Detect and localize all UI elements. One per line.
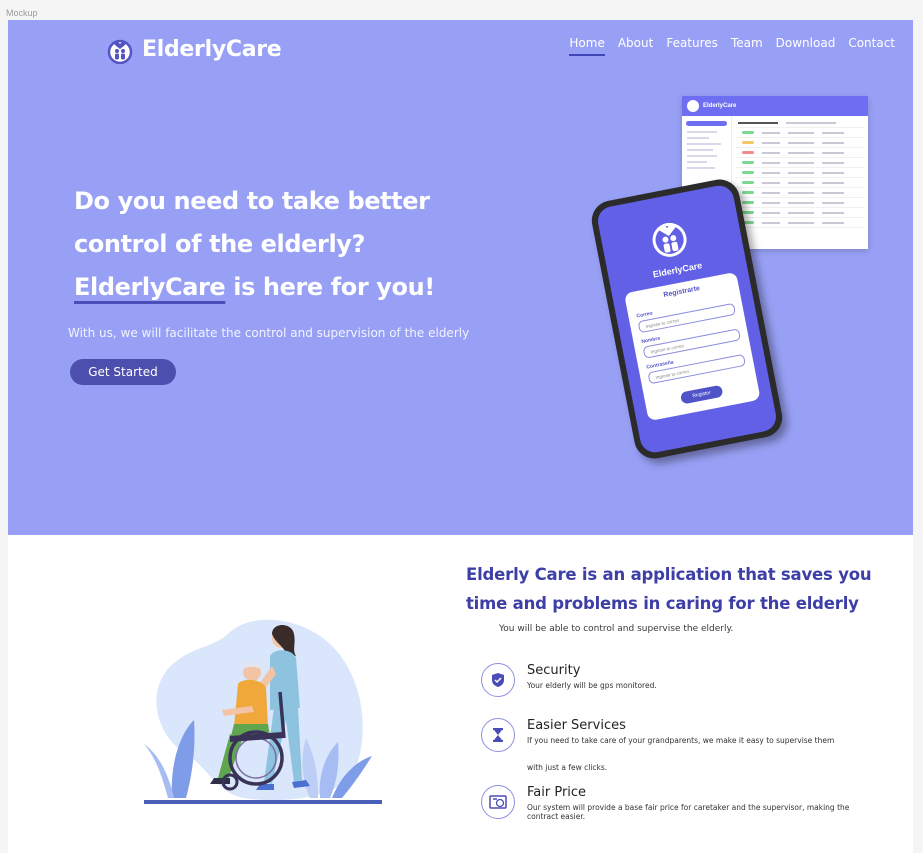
- hourglass-icon: [481, 718, 515, 752]
- hero-subtitle: With us, we will facilitate the control …: [68, 326, 470, 340]
- hero-title: Do you need to take better control of th…: [74, 180, 514, 309]
- landing-page: ElderlyCare Home About Features Team Dow…: [8, 20, 913, 853]
- phone-field-input: Ingrese tu correo: [647, 353, 746, 385]
- info-subtitle: You will be able to control and supervis…: [499, 624, 734, 634]
- nav-about[interactable]: About: [618, 36, 653, 56]
- logo-text: ElderlyCare: [142, 36, 282, 62]
- hero-title-brand: ElderlyCare: [74, 273, 226, 301]
- logo[interactable]: ElderlyCare: [106, 34, 282, 64]
- feature-description: If you need to take care of your grandpa…: [527, 736, 835, 745]
- phone-register-form: Registrarte Correo Ingrese tu correo Nom…: [623, 271, 761, 422]
- feature-description-continued: with just a few clicks.: [527, 763, 608, 772]
- hero-title-line1: Do you need to take better: [74, 187, 430, 215]
- dashboard-logo-icon: [687, 100, 699, 112]
- dashboard-title: ElderlyCare: [703, 103, 737, 109]
- nav-features[interactable]: Features: [666, 36, 718, 56]
- info-title: Elderly Care is an application that save…: [466, 565, 872, 613]
- feature-name: Easier Services: [527, 718, 626, 733]
- get-started-button[interactable]: Get Started: [70, 359, 176, 385]
- hero-title-line2: control of the elderly?: [74, 230, 366, 258]
- nav-team[interactable]: Team: [731, 36, 763, 56]
- feature-name: Security: [527, 663, 581, 678]
- dashboard-header: ElderlyCare: [682, 96, 868, 116]
- feature-description: Our system will provide a base fair pric…: [527, 803, 850, 821]
- logo-icon: [107, 39, 133, 64]
- phone-field-input: Ingrese tu correo: [637, 302, 737, 334]
- nav-contact[interactable]: Contact: [848, 36, 895, 56]
- hero-title-tail: is here for you!: [225, 273, 435, 301]
- main-nav: Home About Features Team Download Contac…: [569, 36, 895, 56]
- feature-description: Your elderly will be gps monitored.: [527, 681, 657, 690]
- hero-wave-divider: [8, 500, 913, 532]
- caregiver-illustration: [144, 619, 382, 804]
- canvas-label: Mockup: [6, 8, 38, 18]
- shield-icon: [481, 663, 515, 697]
- nav-home[interactable]: Home: [569, 36, 605, 56]
- price-tag-icon: [481, 785, 515, 819]
- dashboard-table: [736, 118, 864, 245]
- phone-field-input: Ingrese tu correo: [642, 328, 742, 359]
- phone-register-button: Register: [679, 384, 724, 405]
- phone-logo-icon: [652, 222, 687, 257]
- nav-download[interactable]: Download: [776, 36, 836, 56]
- feature-name: Fair Price: [527, 785, 587, 800]
- phone-form-title: Registrarte: [662, 285, 701, 299]
